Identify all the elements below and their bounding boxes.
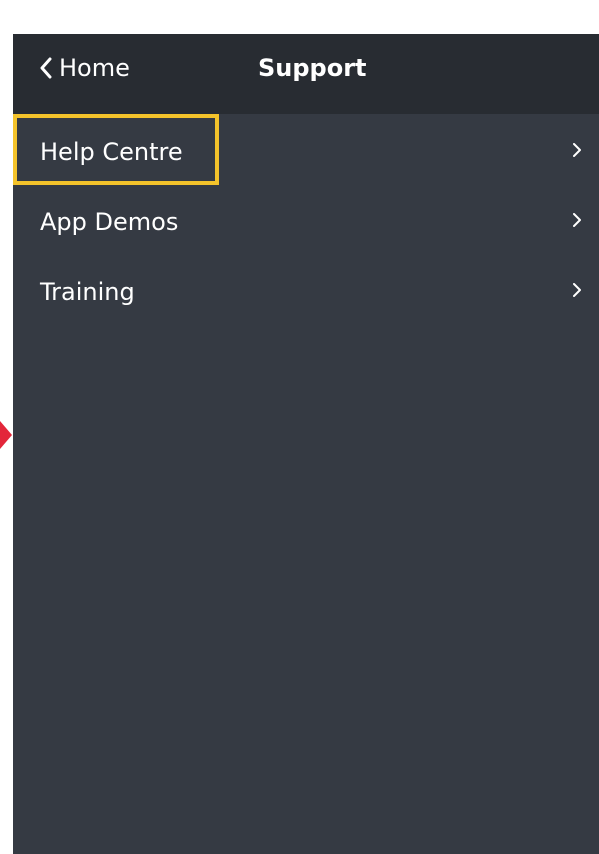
menu-item-label: App Demos [40, 208, 179, 236]
support-menu-panel: Home Support Help Centre App Demos Train… [13, 34, 599, 854]
menu-item-label: Help Centre [40, 138, 183, 166]
menu-list: Help Centre App Demos Training [13, 114, 599, 324]
chevron-right-icon [573, 213, 581, 227]
page-title: Support [258, 54, 367, 82]
menu-item-help-centre[interactable]: Help Centre [13, 114, 599, 185]
chevron-right-icon [573, 283, 581, 297]
menu-item-app-demos[interactable]: App Demos [13, 184, 599, 254]
header-bar: Home Support [13, 34, 599, 114]
back-button[interactable]: Home [39, 52, 130, 84]
chevron-right-icon [573, 143, 581, 157]
menu-item-label: Training [40, 278, 135, 306]
back-label: Home [59, 54, 130, 82]
menu-item-training[interactable]: Training [13, 254, 599, 324]
chevron-left-icon [40, 57, 52, 79]
red-arrow-icon [0, 421, 12, 449]
screen: Home Support Help Centre App Demos Train… [0, 0, 599, 854]
